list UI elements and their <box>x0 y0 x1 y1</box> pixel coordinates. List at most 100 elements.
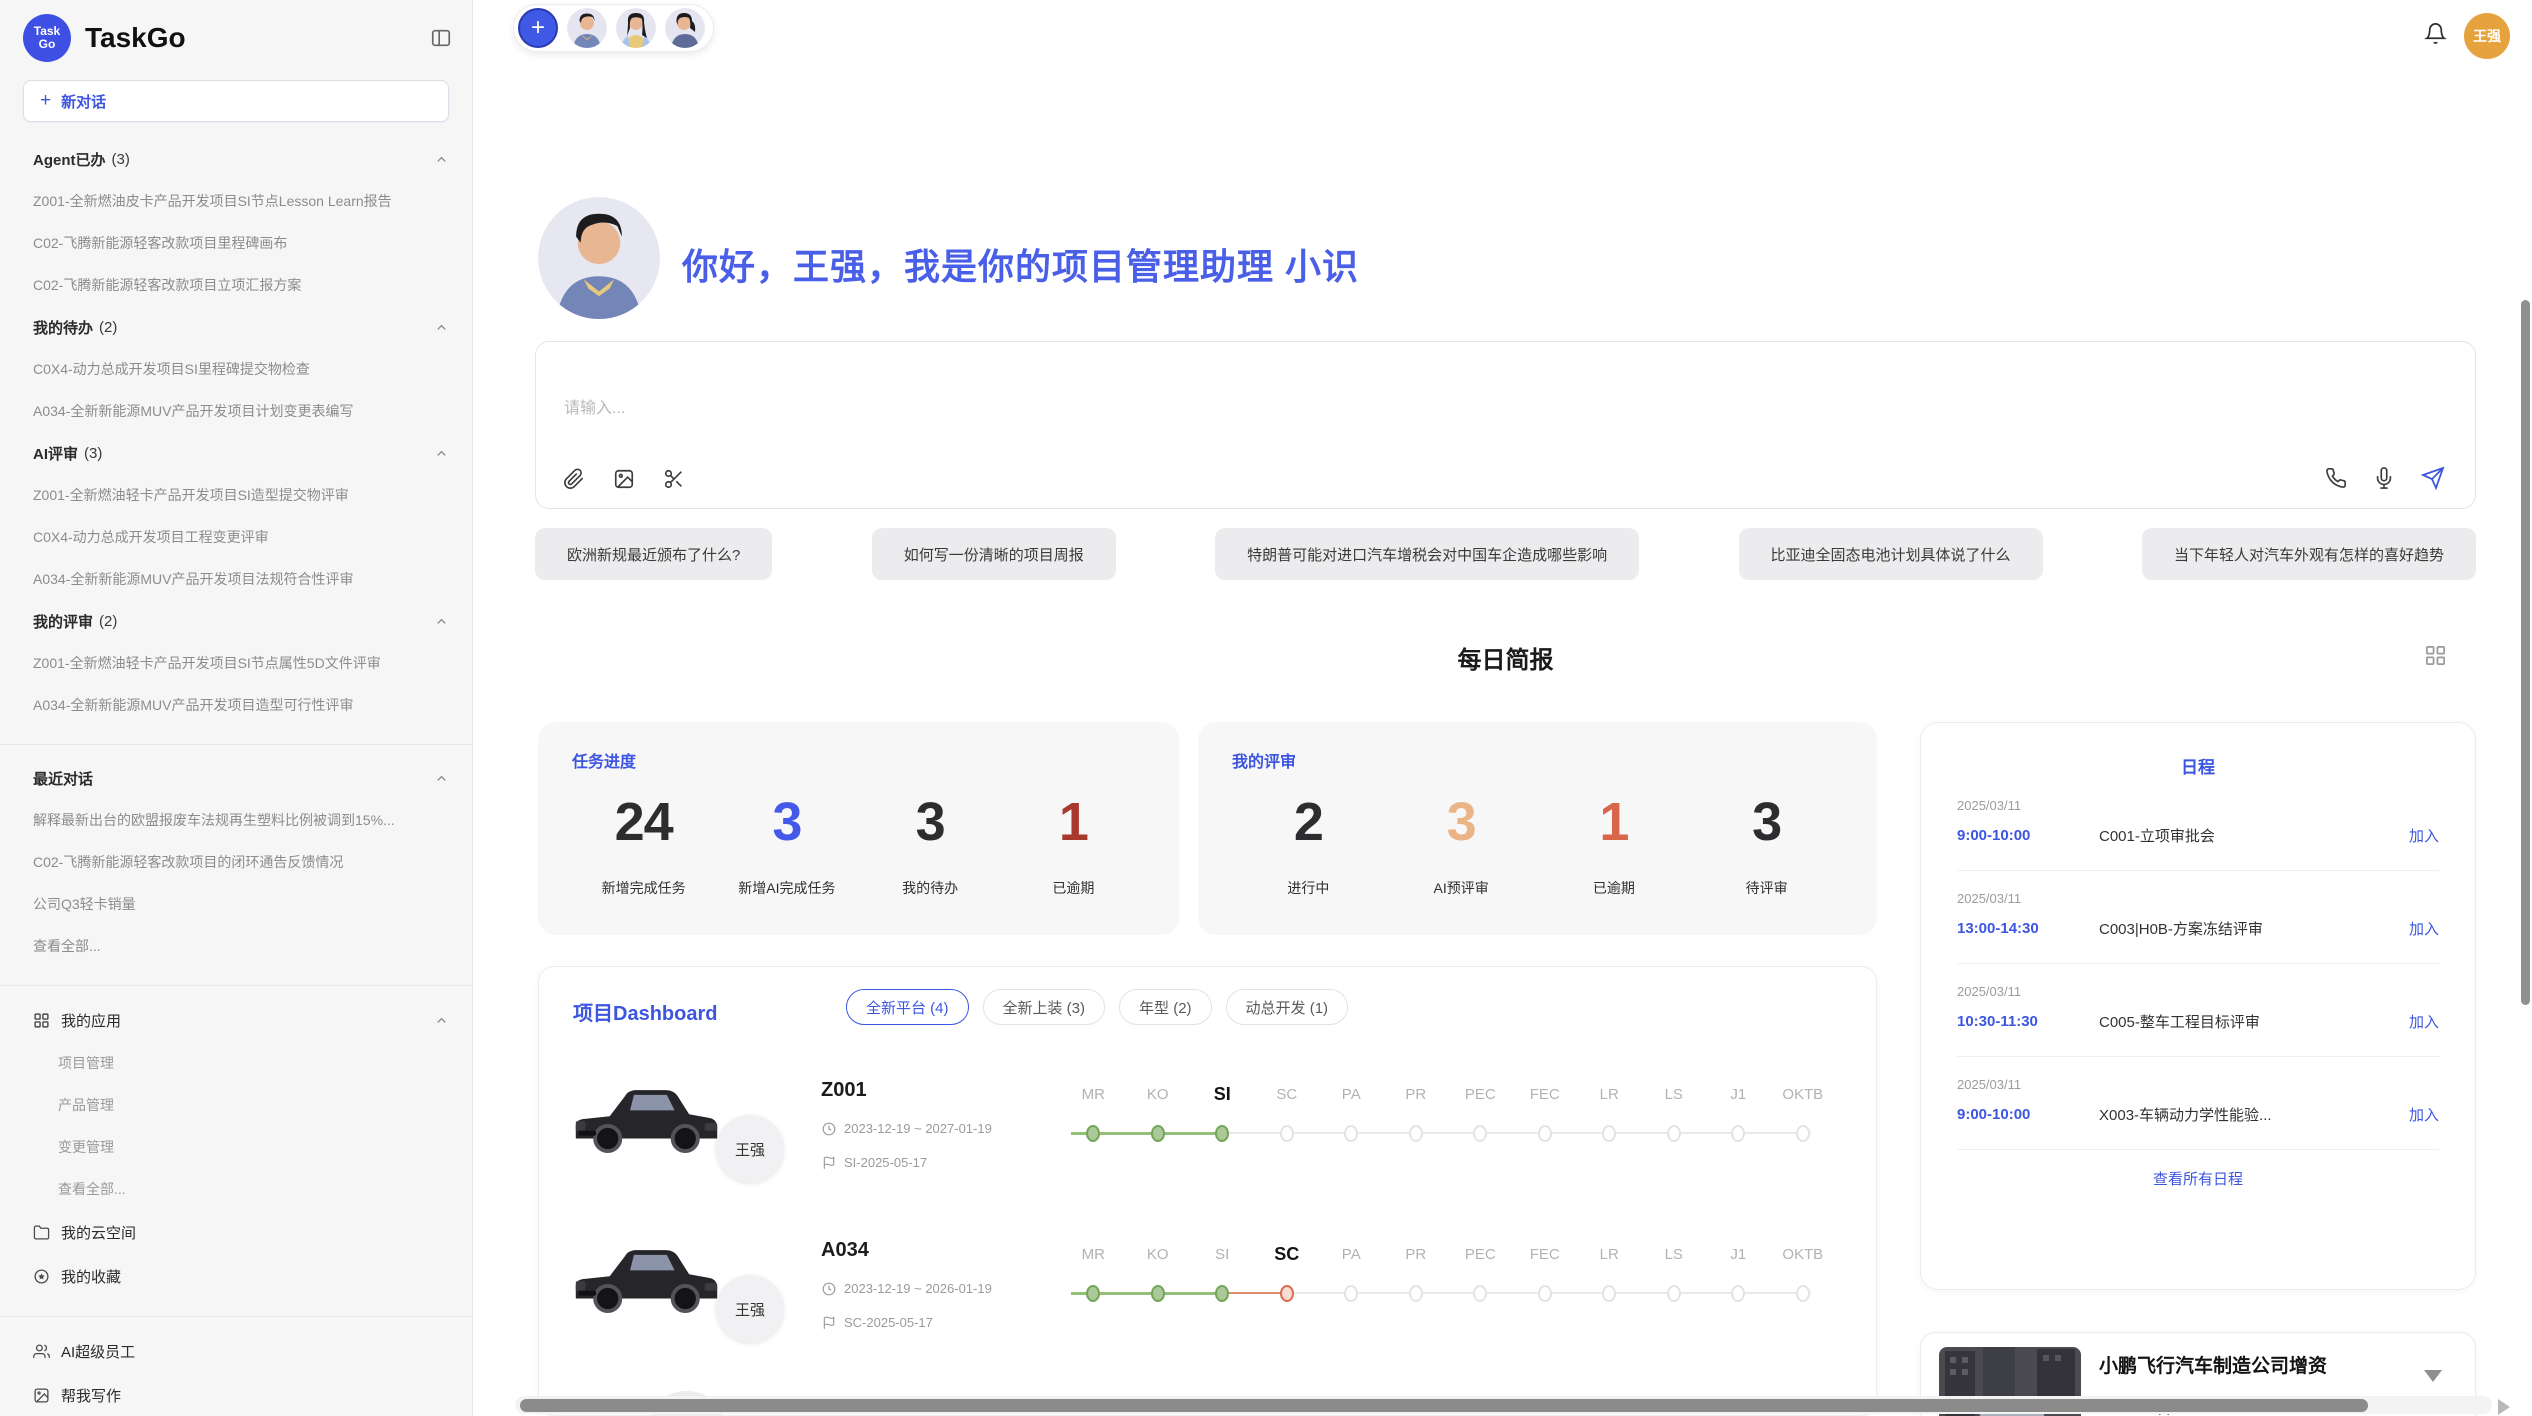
task-item[interactable]: A034-全新新能源MUV产品开发项目造型可行性评审 <box>0 684 472 726</box>
assistant-avatar-2[interactable] <box>616 8 656 48</box>
sidebar-item-my-apps[interactable]: 我的应用 <box>0 998 472 1042</box>
project-vehicle-image <box>569 1073 724 1173</box>
milestone-node <box>1409 1125 1423 1142</box>
stat-in-progress: 2 进行中 <box>1232 786 1385 898</box>
sidebar-apps-nav: 我的应用 项目管理 产品管理 变更管理 查看全部... 我的云空间 我的收藏 <box>0 985 472 1306</box>
scroll-down-arrow[interactable] <box>2424 1370 2442 1382</box>
recent-chat-item[interactable]: 公司Q3轻卡销量 <box>0 883 472 925</box>
schedule-item: 2025/03/11 10:30-11:30 C005-整车工程目标评审 加入 <box>1957 964 2439 1057</box>
recent-view-all-link[interactable]: 查看全部... <box>0 925 472 967</box>
recent-chat-item[interactable]: C02-飞腾新能源轻客改款项目的闭环通告反馈情况 <box>0 841 472 883</box>
task-item[interactable]: A034-全新新能源MUV产品开发项目法规符合性评审 <box>0 558 472 600</box>
task-item[interactable]: C0X4-动力总成开发项目SI里程碑提交物检查 <box>0 348 472 390</box>
task-item[interactable]: A034-全新新能源MUV产品开发项目计划变更表编写 <box>0 390 472 432</box>
apps-view-all-link[interactable]: 查看全部... <box>0 1168 472 1210</box>
schedule-event-title: C003|H0B-方案冻结评审 <box>2099 918 2409 939</box>
chevron-up-icon[interactable] <box>434 320 449 335</box>
sidebar-task-groups: Agent已办 (3) Z001-全新燃油皮卡产品开发项目SI节点Lesson … <box>0 134 472 734</box>
suggestion-chip[interactable]: 当下年轻人对汽车外观有怎样的喜好趋势 <box>2142 528 2476 580</box>
suggestion-chip[interactable]: 比亚迪全固态电池计划具体说了什么 <box>1739 528 2043 580</box>
chevron-up-icon[interactable] <box>434 152 449 167</box>
join-meeting-link[interactable]: 加入 <box>2409 1104 2439 1125</box>
view-all-schedule-link[interactable]: 查看所有日程 <box>1957 1168 2439 1189</box>
task-item[interactable]: Z001-全新燃油皮卡产品开发项目SI节点Lesson Learn报告 <box>0 180 472 222</box>
group-title: AI评审 <box>33 443 78 464</box>
tab-new-body[interactable]: 全新上装 (3) <box>983 989 1106 1025</box>
sidebar-item-help-write[interactable]: 帮我写作 <box>0 1373 472 1416</box>
group-header-agent-done[interactable]: Agent已办 (3) <box>0 138 472 180</box>
project-row[interactable]: 王强 Z001 2023-12-19 ~ 2027-01-19 SI-2025-… <box>539 1063 1876 1223</box>
scissors-icon[interactable] <box>663 468 685 490</box>
sidebar-item-my-favorites[interactable]: 我的收藏 <box>0 1254 472 1298</box>
tab-powertrain[interactable]: 动总开发 (1) <box>1226 989 1349 1025</box>
recent-chats-header[interactable]: 最近对话 <box>0 757 472 799</box>
send-icon[interactable] <box>2421 466 2445 490</box>
stat-label: 已逾期 <box>1002 878 1145 898</box>
join-meeting-link[interactable]: 加入 <box>2409 918 2439 939</box>
scroll-right-arrow[interactable] <box>2498 1399 2510 1415</box>
user-avatar[interactable]: 王强 <box>2464 13 2510 59</box>
task-item[interactable]: Z001-全新燃油轻卡产品开发项目SI造型提交物评审 <box>0 474 472 516</box>
stat-my-todo: 3 我的待办 <box>859 786 1002 898</box>
tab-model-year[interactable]: 年型 (2) <box>1119 989 1212 1025</box>
schedule-item: 2025/03/11 9:00-10:00 C001-立项审批会 加入 <box>1957 778 2439 871</box>
assistant-avatar-3[interactable] <box>665 8 705 48</box>
project-dates: 2023-12-19 ~ 2026-01-19 <box>822 1281 992 1296</box>
vertical-scrollbar-thumb[interactable] <box>2521 300 2530 1005</box>
tab-new-platform[interactable]: 全新平台 (4) <box>846 989 969 1025</box>
phone-call-icon[interactable] <box>2325 467 2347 489</box>
chat-input[interactable] <box>564 394 2064 454</box>
project-date-range: 2023-12-19 ~ 2027-01-19 <box>844 1121 992 1136</box>
plus-icon: + <box>40 90 51 112</box>
add-assistant-button[interactable]: + <box>518 8 558 48</box>
sidebar-item-my-cloud[interactable]: 我的云空间 <box>0 1210 472 1254</box>
task-item[interactable]: Z001-全新燃油轻卡产品开发项目SI节点属性5D文件评审 <box>0 642 472 684</box>
stat-value: 3 <box>859 786 1002 858</box>
recent-chat-item[interactable]: 解释最新出台的欧盟报废车法规再生塑料比例被调到15%... <box>0 799 472 841</box>
paperclip-icon[interactable] <box>563 468 585 490</box>
image-upload-icon[interactable] <box>613 468 635 490</box>
app-item-project-mgmt[interactable]: 项目管理 <box>0 1042 472 1084</box>
project-id: Z001 <box>821 1079 867 1102</box>
suggestion-chip[interactable]: 特朗普可能对进口汽车增税会对中国车企造成哪些影响 <box>1215 528 1639 580</box>
sidebar-item-ai-employee[interactable]: AI超级员工 <box>0 1329 472 1373</box>
horizontal-scrollbar-thumb[interactable] <box>520 1399 2368 1412</box>
chevron-up-icon[interactable] <box>434 446 449 461</box>
microphone-icon[interactable] <box>2373 467 2395 489</box>
group-title: 我的待办 <box>33 317 93 338</box>
notifications-bell-icon[interactable] <box>2424 22 2447 45</box>
stat-value: 3 <box>1385 786 1538 858</box>
join-meeting-link[interactable]: 加入 <box>2409 1011 2439 1032</box>
app-item-product-mgmt[interactable]: 产品管理 <box>0 1084 472 1126</box>
project-row[interactable]: 王强 A034 2023-12-19 ~ 2026-01-19 SC-2025-… <box>539 1223 1876 1383</box>
star-badge-icon <box>33 1268 50 1285</box>
app-item-change-mgmt[interactable]: 变更管理 <box>0 1126 472 1168</box>
milestone-label: FEC <box>1530 1246 1560 1263</box>
sidebar: Task Go TaskGo + 新对话 Agent已办 (3) Z001-全新… <box>0 0 473 1416</box>
sidebar-recent-chats: 最近对话 解释最新出台的欧盟报废车法规再生塑料比例被调到15%... C02-飞… <box>0 744 472 975</box>
app-title: TaskGo <box>85 22 430 54</box>
suggestion-chip[interactable]: 欧洲新规最近颁布了什么? <box>535 528 772 580</box>
briefing-layout-icon[interactable] <box>2424 644 2447 667</box>
sidebar-collapse-icon[interactable] <box>430 27 452 49</box>
card-title: 任务进度 <box>572 748 1145 772</box>
task-item[interactable]: C02-飞腾新能源轻客改款项目里程碑画布 <box>0 222 472 264</box>
stat-label: 我的待办 <box>859 878 1002 898</box>
group-header-my-review[interactable]: 我的评审 (2) <box>0 600 472 642</box>
group-header-my-todo[interactable]: 我的待办 (2) <box>0 306 472 348</box>
group-title: 最近对话 <box>33 768 93 789</box>
join-meeting-link[interactable]: 加入 <box>2409 825 2439 846</box>
stat-label: 已逾期 <box>1538 878 1691 898</box>
chevron-up-icon[interactable] <box>434 614 449 629</box>
task-item[interactable]: C0X4-动力总成开发项目工程变更评审 <box>0 516 472 558</box>
milestone-label: LS <box>1665 1086 1683 1103</box>
milestone-label: SC <box>1276 1086 1297 1103</box>
new-chat-button[interactable]: + 新对话 <box>23 80 449 122</box>
suggestion-chip[interactable]: 如何写一份清晰的项目周报 <box>872 528 1116 580</box>
group-header-ai-review[interactable]: AI评审 (3) <box>0 432 472 474</box>
task-item[interactable]: C02-飞腾新能源轻客改款项目立项汇报方案 <box>0 264 472 306</box>
assistant-avatar-1[interactable] <box>567 8 607 48</box>
chevron-up-icon[interactable] <box>434 1013 449 1028</box>
milestone-label: OKTB <box>1782 1086 1823 1103</box>
chevron-up-icon[interactable] <box>434 771 449 786</box>
